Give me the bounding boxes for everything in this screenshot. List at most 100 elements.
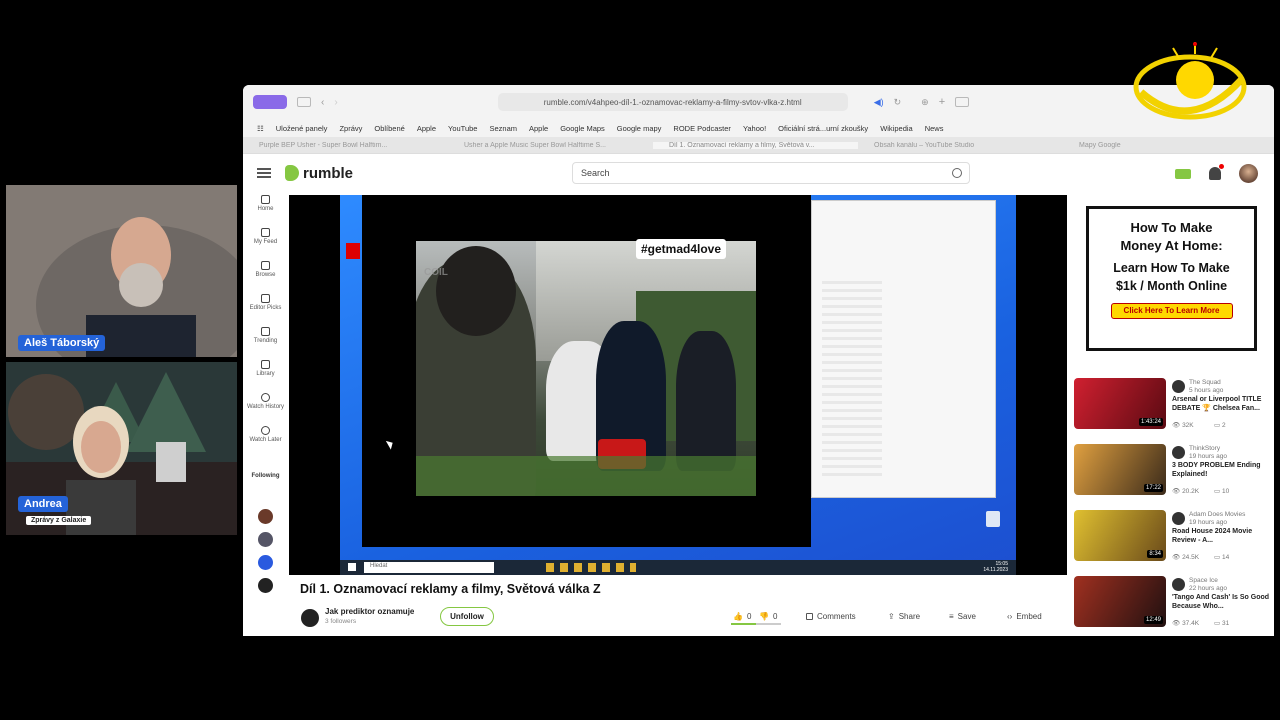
bookmark-item[interactable]: Google mapy xyxy=(617,124,662,133)
bookmark-item[interactable]: YouTube xyxy=(448,124,477,133)
back-icon[interactable]: ‹ xyxy=(321,97,324,108)
channel-name[interactable]: Jak prediktor oznamuje xyxy=(325,607,414,616)
bookmark-item[interactable]: News xyxy=(925,124,944,133)
new-tab-icon[interactable]: + xyxy=(939,96,945,108)
video-thumbnail[interactable]: 12:49 xyxy=(1074,576,1166,627)
rumble-logo[interactable]: rumble xyxy=(285,165,353,182)
nav-my-feed[interactable]: My Feed xyxy=(243,228,288,261)
reload-icon[interactable]: ↻ xyxy=(894,97,902,108)
speaker-icon[interactable]: ◀) xyxy=(874,97,884,108)
bookmark-item[interactable]: Zprávy xyxy=(339,124,362,133)
grass xyxy=(416,456,756,496)
bookmark-item[interactable]: Seznam xyxy=(489,124,517,133)
search-icon[interactable] xyxy=(952,168,962,178)
channel-name[interactable]: ThinkStory xyxy=(1189,445,1220,452)
video-title[interactable]: Road House 2024 Movie Review - A... xyxy=(1172,528,1270,545)
nav-watch-history[interactable]: Watch History xyxy=(243,393,288,426)
sidebar-toggle-icon[interactable] xyxy=(253,95,287,109)
browser-tab[interactable]: Obsah kanálu – YouTube Studio xyxy=(858,142,1063,149)
file-explorer-window xyxy=(811,200,996,498)
recommended-video[interactable]: 1:43:24 The Squad 5 hours ago Arsenal or… xyxy=(1074,378,1270,444)
browser-tab-active[interactable]: Díl 1. Oznamovací reklamy a filmy, Světo… xyxy=(653,141,858,149)
download-icon[interactable]: ⊕ xyxy=(921,97,929,108)
tab-overview-icon[interactable] xyxy=(297,97,311,107)
video-thumbnail[interactable]: 1:43:24 xyxy=(1074,378,1166,429)
following-heading: Following xyxy=(251,473,280,479)
tabs-icon[interactable] xyxy=(955,97,970,107)
bookmark-item[interactable]: Oficiální strá...urní zkoušky xyxy=(778,124,868,133)
vote-ratio-fill xyxy=(731,623,756,625)
menu-icon[interactable] xyxy=(257,168,271,178)
thumbs-up-icon: 👍 xyxy=(733,612,743,621)
bookmark-item[interactable]: Oblíbené xyxy=(374,124,404,133)
bookmark-item[interactable]: Google Maps xyxy=(560,124,605,133)
ad-cta-button[interactable]: Click Here To Learn More xyxy=(1110,303,1233,319)
recommended-video[interactable]: 17:22 ThinkStory 19 hours ago 3 BODY PRO… xyxy=(1074,444,1270,510)
channel-name[interactable]: Space Ice xyxy=(1189,577,1218,584)
recommended-videos: 1:43:24 The Squad 5 hours ago Arsenal or… xyxy=(1074,378,1270,636)
browser-toolbar: ‹ › rumble.com/v4ahpeo-díl-1.-oznamovac-… xyxy=(243,85,1274,119)
channel-avatar[interactable] xyxy=(1172,578,1185,591)
bookmark-item[interactable]: Uložené panely xyxy=(276,124,328,133)
video-thumbnail[interactable]: 17:22 xyxy=(1074,444,1166,495)
channel-name[interactable]: The Squad xyxy=(1189,379,1221,386)
video-player[interactable]: Hledat 15:05 14.11.2023 #getmad4love COI… xyxy=(289,195,1067,575)
trending-icon xyxy=(261,327,270,336)
video-title[interactable]: 3 BODY PROBLEM Ending Explained! xyxy=(1172,462,1270,479)
followed-channel-avatar[interactable] xyxy=(258,509,273,524)
channel-name[interactable]: Adam Does Movies xyxy=(1189,511,1245,518)
bookmark-item[interactable]: Apple xyxy=(417,124,436,133)
save-button[interactable]: ≡ Save xyxy=(949,612,976,621)
sidebar-advertisement[interactable]: How To Make Money At Home: Learn How To M… xyxy=(1086,206,1257,351)
dislike-button[interactable]: 👎 0 xyxy=(759,612,777,621)
recommended-video[interactable]: 12:49 Space Ice 22 hours ago 'Tango And … xyxy=(1074,576,1270,636)
channel-avatar[interactable] xyxy=(1172,512,1185,525)
nav-editor-picks[interactable]: Editor Picks xyxy=(243,294,288,327)
like-button[interactable]: 👍 0 xyxy=(733,612,751,621)
bookmark-item[interactable]: Apple xyxy=(529,124,548,133)
nav-watch-later[interactable]: Watch Later xyxy=(243,426,288,459)
nav-browse[interactable]: Browse xyxy=(243,261,288,294)
followed-channel-avatar[interactable] xyxy=(258,555,273,570)
address-bar[interactable]: rumble.com/v4ahpeo-díl-1.-oznamovac-rekl… xyxy=(497,93,848,111)
followed-channel-avatar[interactable] xyxy=(258,578,273,593)
browser-tab[interactable]: Purple BEP Usher - Super Bowl Halftim... xyxy=(243,142,448,149)
browser-tab[interactable]: Usher a Apple Music Super Bowl Halftime … xyxy=(448,142,653,149)
video-watermark: COIL xyxy=(424,267,448,278)
bookmark-item[interactable]: Yahoo! xyxy=(743,124,766,133)
share-button[interactable]: ⇪ Share xyxy=(888,612,920,621)
bookmark-grid-icon[interactable]: ☷ xyxy=(257,124,264,133)
comment-icon xyxy=(806,613,813,620)
channel-avatar[interactable] xyxy=(301,609,319,627)
video-title[interactable]: 'Tango And Cash' Is So Good Because Who.… xyxy=(1172,594,1270,611)
embed-button[interactable]: ‹› Embed xyxy=(1007,612,1042,621)
url-text: rumble.com/v4ahpeo-díl-1.-oznamovac-rekl… xyxy=(543,97,802,107)
nav-trending[interactable]: Trending xyxy=(243,327,288,360)
bookmark-item[interactable]: Wikipedia xyxy=(880,124,913,133)
search-input[interactable]: Search xyxy=(572,162,970,184)
user-avatar[interactable] xyxy=(1239,164,1258,183)
nav-label: Watch History xyxy=(246,404,285,410)
followed-channel-avatar[interactable] xyxy=(258,532,273,547)
video-title[interactable]: Arsenal or Liverpool TITLE DEBATE 🏆 Chel… xyxy=(1172,396,1270,413)
notification-dot xyxy=(1219,164,1224,169)
notifications-bell-icon[interactable] xyxy=(1209,164,1224,180)
nav-library[interactable]: Library xyxy=(243,360,288,393)
tab-strip: Purple BEP Usher - Super Bowl Halftim...… xyxy=(243,137,1274,154)
unfollow-button[interactable]: Unfollow xyxy=(440,607,494,626)
share-icon: ⇪ xyxy=(888,612,895,621)
channel-avatar[interactable] xyxy=(1172,446,1185,459)
comments-button[interactable]: Comments xyxy=(806,612,856,621)
ad-headline-line: How To Make xyxy=(1130,220,1213,235)
nav-label: My Feed xyxy=(253,239,278,245)
forward-icon[interactable]: › xyxy=(334,97,337,108)
channel-avatar[interactable] xyxy=(1172,380,1185,393)
recommended-video[interactable]: 8:34 Adam Does Movies 19 hours ago Road … xyxy=(1074,510,1270,576)
header-actions xyxy=(1175,164,1258,183)
bookmark-item[interactable]: RODE Podcaster xyxy=(673,124,731,133)
video-thumbnail[interactable]: 8:34 xyxy=(1074,510,1166,561)
go-live-icon[interactable] xyxy=(1175,168,1191,179)
nav-home[interactable]: Home xyxy=(243,195,288,228)
browser-tab[interactable]: Mapy Google xyxy=(1063,142,1268,149)
comment-count: ▭ 14 xyxy=(1214,554,1230,561)
